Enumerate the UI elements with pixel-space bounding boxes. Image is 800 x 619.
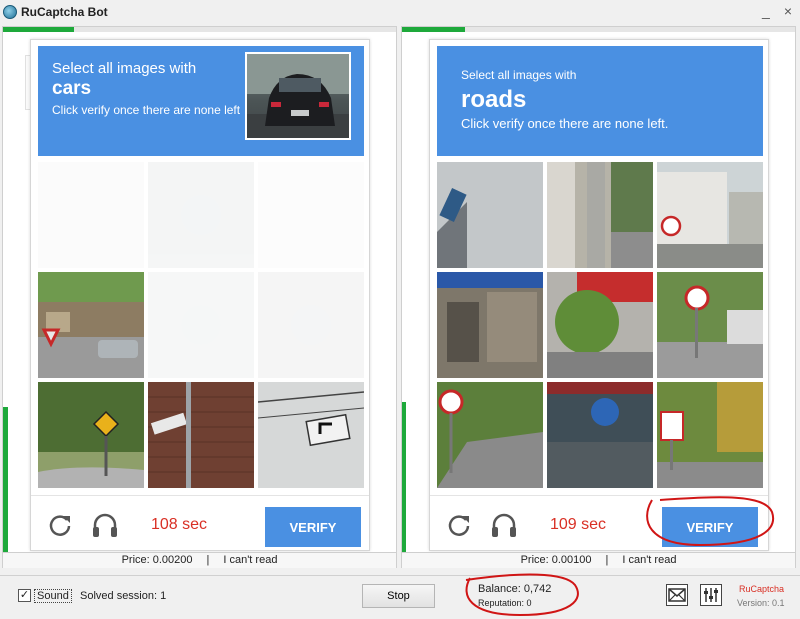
right-side-indicator (402, 402, 406, 552)
tile-1[interactable] (437, 162, 543, 268)
bottom-toolbar: ✓ Sound Solved session: 1 Stop Balance: … (0, 575, 800, 619)
tile-6[interactable] (258, 272, 364, 378)
tile-4[interactable] (38, 272, 144, 378)
settings-icon[interactable] (700, 584, 722, 606)
tile-5[interactable] (547, 272, 653, 378)
right-status-line: Price: 0.00100 | I can't read (402, 552, 795, 568)
check-icon (181, 305, 221, 345)
tile-2[interactable] (547, 162, 653, 268)
close-button[interactable]: × (784, 3, 792, 19)
right-image-grid (437, 162, 763, 488)
left-timer: 108 sec (151, 516, 208, 533)
tile-9[interactable] (258, 382, 364, 488)
left-keyword: cars (52, 78, 92, 99)
minimize-button[interactable]: _ (762, 3, 770, 19)
left-captcha-footer: 108 sec VERIFY (31, 495, 369, 550)
tile-9[interactable] (657, 382, 763, 488)
stop-button[interactable]: Stop (362, 584, 435, 608)
right-captcha-widget: Select all images with roads Click verif… (429, 39, 769, 551)
solved-session: Solved session: 1 (80, 590, 167, 602)
sound-checkbox[interactable]: ✓ (18, 589, 31, 602)
right-instruction-hint: Click verify once there are none left. (461, 116, 669, 131)
right-cant-read-link[interactable]: I can't read (622, 553, 676, 568)
left-verify-button[interactable]: VERIFY (265, 507, 361, 547)
left-instruction-line: Select all images with (52, 60, 197, 77)
window-title: RuCaptcha Bot (21, 5, 108, 19)
balance: Balance: 0,742 (478, 583, 552, 595)
right-timer: 109 sec (550, 516, 607, 533)
left-separator: | (206, 554, 210, 566)
reputation: Reputation: 0 (478, 598, 532, 608)
right-separator: | (605, 554, 609, 566)
right-captcha-panel: Select all images with roads Click verif… (401, 26, 796, 568)
left-side-indicator (3, 407, 8, 552)
title-bar: RuCaptcha Bot _ × (0, 0, 800, 24)
tile-8[interactable] (547, 382, 653, 488)
reload-icon[interactable] (47, 512, 73, 538)
left-cant-read-link[interactable]: I can't read (223, 553, 277, 568)
sample-car-image (245, 52, 351, 140)
tile-7[interactable] (38, 382, 144, 488)
left-captcha-header: Select all images with cars Click verify… (38, 46, 364, 156)
mail-icon[interactable] (666, 584, 688, 606)
check-icon (291, 305, 331, 345)
tile-1[interactable] (38, 162, 144, 268)
tile-3[interactable] (657, 162, 763, 268)
headphones-icon[interactable] (91, 511, 119, 539)
check-icon (181, 195, 221, 235)
tile-8[interactable] (148, 382, 254, 488)
left-captcha-widget: Select all images with cars Click verify… (30, 39, 370, 551)
right-captcha-footer: 109 sec VERIFY (430, 495, 768, 550)
tile-2[interactable] (148, 162, 254, 268)
left-image-grid (38, 162, 364, 488)
brand-label: RuCaptcha (739, 584, 785, 594)
reload-icon[interactable] (446, 512, 472, 538)
left-price: Price: 0.00200 (121, 554, 193, 566)
sound-label[interactable]: Sound (34, 589, 72, 603)
right-verify-button[interactable]: VERIFY (662, 507, 758, 547)
left-captcha-panel: Select all images with cars Click verify… (2, 26, 397, 568)
right-captcha-header: Select all images with roads Click verif… (437, 46, 763, 156)
tile-7[interactable] (437, 382, 543, 488)
right-progress-fill (402, 27, 465, 32)
tile-3[interactable] (258, 162, 364, 268)
tile-6[interactable] (657, 272, 763, 378)
app-icon (3, 5, 17, 19)
tile-4[interactable] (437, 272, 543, 378)
app-window: RuCaptcha Bot _ × Select all images with… (0, 0, 800, 619)
version-label: Version: 0.1 (737, 598, 785, 608)
right-keyword: roads (461, 86, 527, 113)
tile-5[interactable] (148, 272, 254, 378)
right-instruction-line: Select all images with (461, 68, 577, 82)
headphones-icon[interactable] (490, 511, 518, 539)
left-progress-bar (3, 27, 396, 32)
right-price: Price: 0.00100 (520, 554, 592, 566)
left-status-line: Price: 0.00200 | I can't read (3, 552, 396, 568)
right-progress-bar (402, 27, 795, 32)
left-instruction-hint: Click verify once there are none left (52, 103, 241, 117)
left-progress-fill (3, 27, 74, 32)
